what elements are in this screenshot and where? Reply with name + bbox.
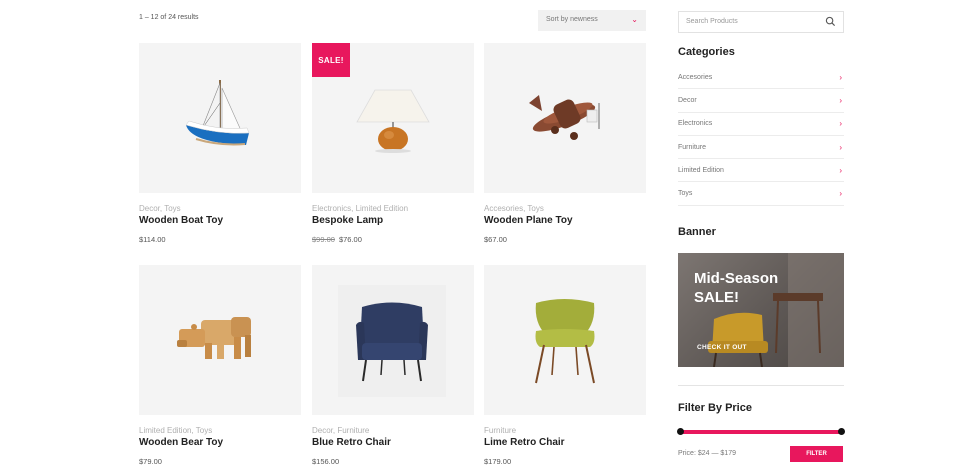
product-image[interactable] [139, 265, 301, 415]
price-slider-min-handle[interactable] [677, 428, 684, 435]
product-card[interactable]: SALE! Electronics, Limited Edition Bespo… [312, 43, 474, 244]
chair-icon [535, 299, 595, 384]
product-card[interactable]: Furniture Lime Retro Chair $179.00 [484, 265, 646, 466]
product-categories[interactable]: Furniture [484, 426, 646, 435]
product-price: $114.00 [139, 235, 301, 244]
filter-title: Filter By Price [678, 402, 752, 414]
product-card[interactable]: Decor, Furniture Blue Retro Chair $156.0… [312, 265, 474, 466]
chevron-right-icon: › [839, 189, 842, 199]
boat-toy-icon [185, 80, 250, 146]
product-image[interactable]: SALE! [312, 43, 474, 193]
category-label: Electronics [678, 120, 713, 128]
chevron-right-icon: › [839, 95, 842, 105]
current-price: $79.00 [139, 457, 162, 466]
chevron-down-icon: ⌄ [631, 15, 638, 24]
banner-line-2: SALE! [694, 289, 739, 306]
category-list: Accesories › Decor › Electronics › Furnitur… [678, 66, 844, 206]
price-slider-max-handle[interactable] [838, 428, 845, 435]
search-icon[interactable] [825, 16, 836, 29]
search-placeholder: Search Products [686, 18, 738, 25]
product-categories[interactable]: Decor, Toys [139, 204, 301, 213]
current-price: $76.00 [338, 235, 362, 244]
product-categories[interactable]: Electronics, Limited Edition [312, 204, 474, 213]
price-slider-track[interactable] [680, 430, 841, 434]
current-price: $114.00 [139, 235, 166, 244]
promo-banner[interactable]: Mid-Season SALE! CHECK IT OUT [678, 253, 844, 367]
price-range-label: Price: $24 — $179 [678, 450, 736, 457]
sort-select[interactable]: Sort by newness ⌄ [538, 10, 646, 31]
current-price: $179.00 [484, 457, 512, 466]
category-item[interactable]: Electronics › [678, 113, 844, 136]
product-price: $67.00 [484, 235, 646, 244]
product-name[interactable]: Lime Retro Chair [484, 437, 646, 448]
results-count: 1 – 12 of 24 results [139, 14, 199, 21]
product-image[interactable] [484, 43, 646, 193]
product-image[interactable] [312, 265, 474, 415]
sale-badge: SALE! [312, 43, 350, 77]
current-price: $156.00 [312, 457, 340, 466]
product-categories[interactable]: Decor, Furniture [312, 426, 474, 435]
current-price: $67.00 [484, 235, 507, 244]
category-item[interactable]: Limited Edition › [678, 159, 844, 183]
search-input[interactable]: Search Products [678, 11, 844, 33]
banner-title: Banner [678, 226, 716, 238]
banner-cta-link[interactable]: CHECK IT OUT [697, 344, 747, 351]
product-price: $99.00 $76.00 [312, 235, 474, 244]
chevron-right-icon: › [839, 119, 842, 129]
product-price: $156.00 [312, 457, 474, 466]
chevron-right-icon: › [839, 142, 842, 152]
category-item[interactable]: Accesories › [678, 66, 844, 90]
category-label: Furniture [678, 143, 707, 151]
category-item[interactable]: Toys › [678, 182, 844, 206]
product-card[interactable]: Accesories, Toys Wooden Plane Toy $67.00 [484, 43, 646, 244]
product-categories[interactable]: Accesories, Toys [484, 204, 646, 213]
categories-title: Categories [678, 46, 735, 58]
product-price: $179.00 [484, 457, 646, 466]
bear-toy-icon [177, 317, 251, 359]
product-image[interactable] [139, 43, 301, 193]
category-label: Accesories [678, 73, 713, 81]
category-label: Toys [678, 190, 693, 198]
category-item[interactable]: Decor › [678, 89, 844, 113]
banner-line-1: Mid-Season [694, 270, 779, 287]
sort-label: Sort by newness [546, 16, 598, 23]
product-card[interactable]: Limited Edition, Toys Wooden Bear Toy $7… [139, 265, 301, 466]
product-price: $79.00 [139, 457, 301, 466]
banner-headline: Mid-Season SALE! [694, 269, 778, 307]
product-image[interactable] [484, 265, 646, 415]
product-name[interactable]: Wooden Bear Toy [139, 437, 301, 448]
chevron-right-icon: › [839, 165, 842, 175]
chevron-right-icon: › [839, 72, 842, 82]
plane-toy-icon [529, 95, 600, 140]
filter-button[interactable]: FILTER [790, 446, 843, 462]
product-name[interactable]: Bespoke Lamp [312, 215, 474, 226]
product-name[interactable]: Wooden Boat Toy [139, 215, 301, 226]
category-label: Limited Edition [678, 166, 724, 174]
product-card[interactable]: Decor, Toys Wooden Boat Toy $114.00 [139, 43, 301, 244]
product-name[interactable]: Wooden Plane Toy [484, 215, 646, 226]
category-label: Decor [678, 96, 697, 104]
old-price: $99.00 [312, 235, 335, 244]
divider [678, 385, 844, 386]
armchair-icon [338, 285, 446, 397]
product-name[interactable]: Blue Retro Chair [312, 437, 474, 448]
product-categories[interactable]: Limited Edition, Toys [139, 426, 301, 435]
category-item[interactable]: Furniture › [678, 136, 844, 160]
